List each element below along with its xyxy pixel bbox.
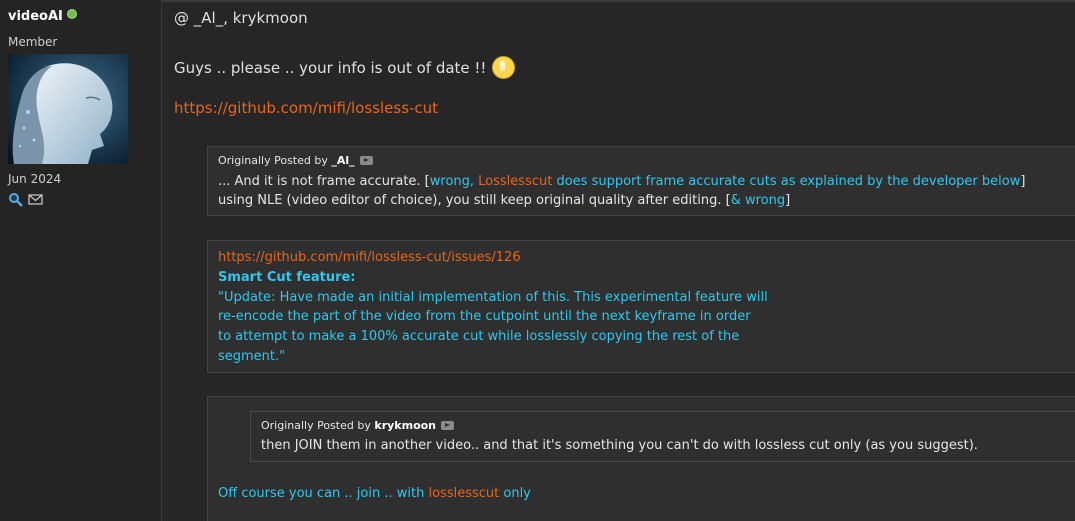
- quote-al: Originally Posted by _Al_ ... And it is …: [207, 146, 1075, 216]
- quote-krykmoon-container: Originally Posted by krykmoon then JOIN …: [207, 396, 1075, 521]
- quote-author[interactable]: _Al_: [331, 154, 354, 167]
- quote-line-1: ... And it is not frame accurate. [wrong…: [218, 174, 1026, 189]
- envelope-icon[interactable]: [28, 192, 43, 207]
- post-intro: Guys .. please .. your info is out of da…: [174, 56, 516, 79]
- issue-link[interactable]: https://github.com/mifi/lossless-cut/iss…: [218, 250, 521, 265]
- avatar-image: [8, 54, 128, 164]
- quote-header: Originally Posted by _Al_: [218, 154, 373, 167]
- quote-krykmoon: Originally Posted by krykmoon then JOIN …: [250, 411, 1075, 462]
- reply-text: Off course you can .. join .. with lossl…: [218, 486, 531, 501]
- lossless-cut-link[interactable]: https://github.com/mifi/lossless-cut: [174, 99, 438, 117]
- join-date: Jun 2024: [8, 172, 62, 186]
- quote-text: then JOIN them in another video.. and th…: [261, 438, 978, 453]
- smart-cut-heading: Smart Cut feature:: [218, 270, 356, 285]
- avatar[interactable]: [8, 54, 128, 164]
- quote-author[interactable]: krykmoon: [374, 419, 436, 432]
- username[interactable]: videoAI: [8, 9, 77, 24]
- intro-text: Guys .. please .. your info is out of da…: [174, 58, 487, 77]
- quote-text-line: "Update: Have made an initial implementa…: [218, 290, 768, 305]
- user-sidebar: videoAI Member Jun 2024: [0, 0, 162, 521]
- quote-line-2: using NLE (video editor of choice), you …: [218, 193, 791, 208]
- user-role: Member: [8, 35, 58, 49]
- user-actions: [8, 192, 43, 207]
- mention-line: @ _Al_, krykmoon: [174, 9, 308, 27]
- quote-header: Originally Posted by krykmoon: [261, 419, 455, 432]
- quote-text-line: to attempt to make a 100% accurate cut w…: [218, 329, 740, 344]
- post-content: @ _Al_, krykmoon Guys .. please .. your …: [162, 0, 1075, 521]
- view-post-icon[interactable]: [359, 156, 373, 165]
- praise-emoji-icon: [492, 56, 516, 79]
- online-status-icon: [66, 9, 77, 19]
- search-icon[interactable]: [8, 192, 23, 207]
- quote-text-line: segment.": [218, 349, 286, 364]
- divider: [162, 0, 1075, 2]
- quote-text-line: re-encode the part of the video from the…: [218, 309, 751, 324]
- quote-smart-cut: https://github.com/mifi/lossless-cut/iss…: [207, 240, 1075, 373]
- view-post-icon[interactable]: [441, 421, 455, 430]
